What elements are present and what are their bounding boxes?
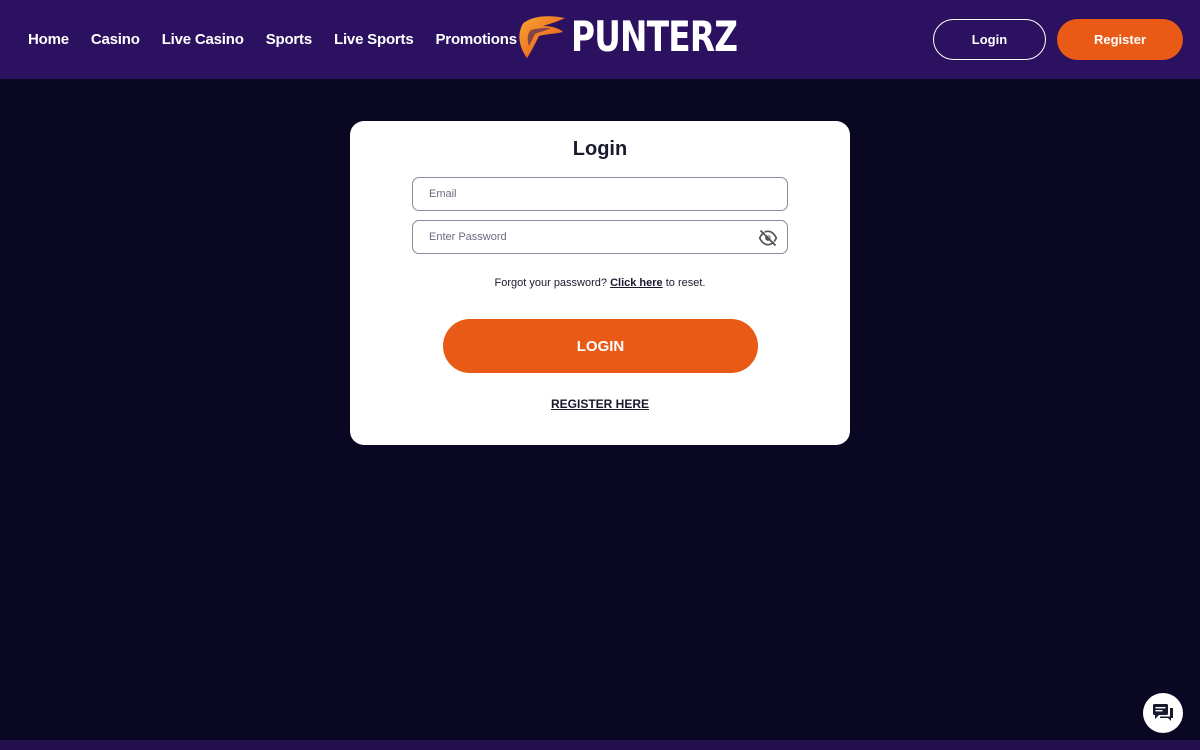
site-header: Home Casino Live Casino Sports Live Spor…	[0, 0, 1200, 79]
nav-item-home[interactable]: Home	[28, 31, 69, 48]
chat-bubble-icon	[1153, 704, 1173, 721]
site-logo[interactable]: PUNTERZ	[515, 12, 784, 62]
logo-wordmark: PUNTERZ	[571, 12, 738, 61]
password-field	[412, 220, 788, 254]
nav-item-casino[interactable]: Casino	[91, 31, 140, 48]
email-field	[412, 177, 788, 211]
nav-item-live-sports[interactable]: Live Sports	[334, 31, 414, 48]
nav-item-sports[interactable]: Sports	[266, 31, 313, 48]
header-login-button[interactable]: Login	[933, 19, 1046, 60]
login-submit-button[interactable]: LOGIN	[443, 319, 758, 373]
eye-slash-icon[interactable]	[758, 228, 778, 248]
forgot-password-text: Forgot your password? Click here to rese…	[0, 277, 1200, 289]
password-input[interactable]	[427, 230, 773, 244]
main-nav: Home Casino Live Casino Sports Live Spor…	[28, 0, 539, 79]
nav-item-promotions[interactable]: Promotions	[436, 31, 518, 48]
register-here-link-wrap: REGISTER HERE	[0, 397, 1200, 411]
register-here-link[interactable]: REGISTER HERE	[551, 397, 649, 411]
login-title: Login	[572, 138, 628, 160]
footer-strip	[0, 740, 1200, 750]
chat-button[interactable]	[1143, 693, 1183, 733]
email-input[interactable]	[427, 187, 773, 201]
nav-item-live-casino[interactable]: Live Casino	[162, 31, 244, 48]
header-register-button[interactable]: Register	[1057, 19, 1183, 60]
reset-password-link[interactable]: Click here	[610, 277, 663, 289]
forgot-prefix: Forgot your password?	[494, 277, 608, 289]
flame-icon	[519, 16, 565, 59]
forgot-suffix: to reset.	[665, 277, 706, 289]
